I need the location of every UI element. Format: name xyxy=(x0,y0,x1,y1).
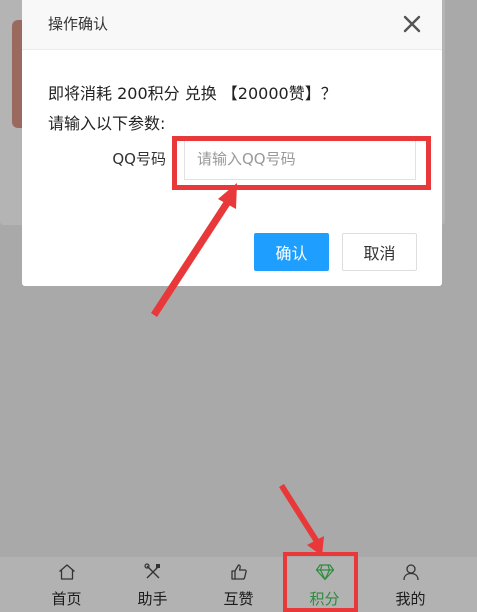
nav-label-mine: 我的 xyxy=(395,590,426,608)
confirm-button[interactable]: 确认 xyxy=(254,233,329,271)
cancel-button[interactable]: 取消 xyxy=(342,233,417,271)
nav-label-assistant: 助手 xyxy=(137,590,168,608)
dialog-header: 操作确认 xyxy=(22,0,442,50)
input-highlight-box xyxy=(172,136,431,190)
nav-item-assistant[interactable]: 助手 xyxy=(110,557,196,612)
nav-label-mutual-like: 互赞 xyxy=(223,590,254,608)
nav-item-mutual-like[interactable]: 互赞 xyxy=(196,557,282,612)
user-icon xyxy=(402,564,419,581)
nav-item-home[interactable]: 首页 xyxy=(24,557,110,612)
arrow-to-points-nav xyxy=(279,484,324,556)
dialog-title: 操作确认 xyxy=(48,15,109,33)
close-icon[interactable] xyxy=(402,14,422,34)
nav-label-home: 首页 xyxy=(51,590,82,608)
qq-number-label: QQ号码 xyxy=(112,150,166,168)
nav-item-mine[interactable]: 我的 xyxy=(368,557,454,612)
thumbs-up-icon xyxy=(230,564,247,580)
tools-icon xyxy=(143,563,160,579)
dialog-instruction: 请输入以下参数: xyxy=(48,114,166,133)
dialog-message: 即将消耗 200积分 兑换 【20000赞】？ xyxy=(48,84,337,103)
bottom-nav: 首页 助手 互赞 积分 我的 xyxy=(0,557,477,612)
home-icon xyxy=(58,564,75,580)
nav-highlight-box xyxy=(283,552,358,612)
